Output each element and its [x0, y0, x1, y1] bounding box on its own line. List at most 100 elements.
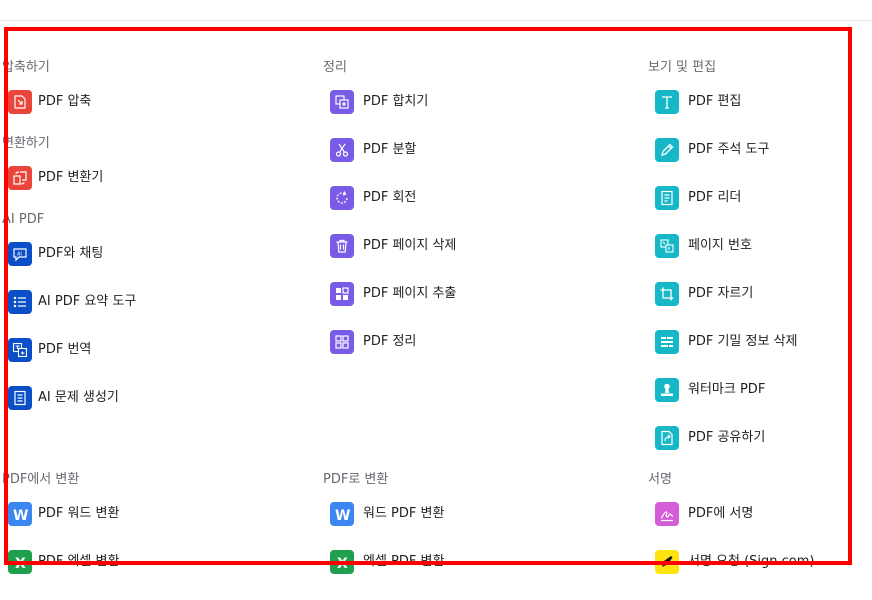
menu-item-chat-with-pdf[interactable]: AI PDF와 채팅 [0, 242, 103, 292]
menu-item-pdf-compress[interactable]: PDF 압축 [0, 90, 91, 140]
menu-item-pdf-merge[interactable]: PDF 합치기 [322, 90, 428, 140]
menu-item-pdf-rotate[interactable]: PDF 회전 [322, 186, 416, 236]
question-generator-icon [8, 386, 32, 410]
menu-column-1: 압축하기 PDF 압축 변환하기 PDF 변환기 AI PDF AI PDF와 … [0, 0, 284, 582]
crop-icon [655, 282, 679, 306]
menu-item-watermark[interactable]: 워터마크 PDF [647, 378, 765, 428]
menu-item-label: PDF 엑셀 변환 [38, 554, 120, 569]
menu-column-3: 보기 및 편집 PDF 편집 PDF 주석 도구 PDF 리더 페이지 번호 P… [647, 0, 872, 582]
menu-item-label: 워드 PDF 변환 [363, 506, 445, 521]
menu-item-label: PDF에 서명 [688, 506, 754, 521]
grid-icon [330, 330, 354, 354]
merge-icon [330, 90, 354, 114]
menu-item-label: PDF 페이지 추출 [363, 286, 457, 301]
section-sign: 서명 PDF에 서명 서명 요청 (Sign.com) [647, 470, 815, 600]
menu-item-label: PDF 리더 [688, 190, 742, 205]
menu-item-label: PDF 워드 변환 [38, 506, 120, 521]
menu-item-pdf-edit[interactable]: PDF 편집 [647, 90, 741, 140]
section-convert-from-pdf: PDF에서 변환 W PDF 워드 변환 X PDF 엑셀 변환 [0, 470, 119, 600]
menu-item-label: AI PDF 요약 도구 [38, 294, 137, 309]
menu-item-sign-pdf[interactable]: PDF에 서명 [647, 502, 753, 552]
svg-text:X: X [15, 556, 26, 570]
menu-item-label: PDF 압축 [38, 94, 92, 109]
menu-item-label: PDF 편집 [688, 94, 742, 109]
sign-com-icon [655, 550, 679, 574]
ai-chat-icon: AI [8, 242, 32, 266]
menu-item-label: 페이지 번호 [688, 238, 752, 253]
section-title: 정리 [323, 60, 347, 75]
section-organize: 정리 PDF 합치기 PDF 분할 PDF 회전 PDF 페이지 삭제 PDF … [322, 58, 456, 380]
tools-mega-menu: 압축하기 PDF 압축 변환하기 PDF 변환기 AI PDF AI PDF와 … [0, 0, 872, 582]
menu-item-pdf-redact[interactable]: PDF 기밀 정보 삭제 [647, 330, 797, 380]
menu-item-pdf-organize[interactable]: PDF 정리 [322, 330, 416, 380]
trash-icon [330, 234, 354, 258]
menu-item-label: PDF 자르기 [688, 286, 754, 301]
signature-icon [655, 502, 679, 526]
rotate-icon [330, 186, 354, 210]
svg-text:AI: AI [17, 252, 22, 258]
menu-item-pdf-converter[interactable]: PDF 변환기 [0, 166, 103, 216]
watermark-icon [655, 378, 679, 402]
menu-item-pdf-share[interactable]: PDF 공유하기 [647, 426, 765, 476]
section-convert-to-pdf: PDF로 변환 W 워드 PDF 변환 X 엑셀 PDF 변환 [322, 470, 444, 600]
section-convert: 변환하기 PDF 변환기 [0, 134, 103, 216]
page-number-icon [655, 234, 679, 258]
menu-item-label: PDF 합치기 [363, 94, 429, 109]
menu-item-label: PDF 회전 [363, 190, 417, 205]
menu-item-label: 엑셀 PDF 변환 [363, 554, 445, 569]
list-summary-icon [8, 290, 32, 314]
menu-item-pdf-translate[interactable]: PDF 번역 [0, 338, 91, 388]
menu-item-pdf-extract-pages[interactable]: PDF 페이지 추출 [322, 282, 456, 332]
menu-item-pdf-to-word[interactable]: W PDF 워드 변환 [0, 502, 119, 552]
extract-icon [330, 282, 354, 306]
translate-icon [8, 338, 32, 362]
convert-icon [8, 166, 32, 190]
section-title: PDF로 변환 [323, 472, 389, 487]
menu-column-2: 정리 PDF 합치기 PDF 분할 PDF 회전 PDF 페이지 삭제 PDF … [322, 0, 622, 582]
section-title: 서명 [648, 472, 672, 487]
redact-icon [655, 330, 679, 354]
menu-item-label: PDF 페이지 삭제 [363, 238, 457, 253]
section-compress: 압축하기 PDF 압축 [0, 58, 91, 140]
menu-item-pdf-to-excel[interactable]: X PDF 엑셀 변환 [0, 550, 119, 600]
scissors-icon [330, 138, 354, 162]
menu-item-label: 서명 요청 (Sign.com) [688, 554, 815, 569]
menu-item-label: PDF 분할 [363, 142, 417, 157]
word-icon: W [8, 502, 32, 526]
menu-item-excel-to-pdf[interactable]: X 엑셀 PDF 변환 [322, 550, 444, 600]
menu-item-label: AI 문제 생성기 [38, 390, 119, 405]
menu-item-label: 워터마크 PDF [688, 382, 766, 397]
menu-item-label: PDF 공유하기 [688, 430, 766, 445]
section-view-edit: 보기 및 편집 PDF 편집 PDF 주석 도구 PDF 리더 페이지 번호 P… [647, 58, 797, 476]
menu-item-pdf-split[interactable]: PDF 분할 [322, 138, 416, 188]
svg-text:W: W [335, 508, 350, 522]
section-title: 보기 및 편집 [648, 60, 717, 75]
menu-item-label: PDF 변환기 [38, 170, 104, 185]
text-edit-icon [655, 90, 679, 114]
svg-text:X: X [337, 556, 348, 570]
section-title: 압축하기 [2, 60, 50, 75]
menu-item-page-numbers[interactable]: 페이지 번호 [647, 234, 752, 284]
menu-item-request-signature[interactable]: 서명 요청 (Sign.com) [647, 550, 815, 600]
reader-icon [655, 186, 679, 210]
menu-item-ai-summarizer[interactable]: AI PDF 요약 도구 [0, 290, 136, 340]
menu-item-word-to-pdf[interactable]: W 워드 PDF 변환 [322, 502, 444, 552]
section-ai-pdf: AI PDF AI PDF와 채팅 AI PDF 요약 도구 PDF 번역 AI… [0, 210, 136, 436]
excel-icon: X [8, 550, 32, 574]
section-title: PDF에서 변환 [2, 472, 80, 487]
menu-item-label: PDF 주석 도구 [688, 142, 770, 157]
menu-item-pdf-crop[interactable]: PDF 자르기 [647, 282, 753, 332]
menu-item-ai-question-generator[interactable]: AI 문제 생성기 [0, 386, 119, 436]
menu-item-pdf-annotate[interactable]: PDF 주석 도구 [647, 138, 769, 188]
section-title: 변환하기 [2, 136, 50, 151]
menu-item-pdf-reader[interactable]: PDF 리더 [647, 186, 741, 236]
compress-icon [8, 90, 32, 114]
svg-text:W: W [13, 508, 28, 522]
menu-item-label: PDF 정리 [363, 334, 417, 349]
pencil-icon [655, 138, 679, 162]
menu-item-pdf-delete-pages[interactable]: PDF 페이지 삭제 [322, 234, 456, 284]
section-title: AI PDF [2, 212, 45, 227]
share-icon [655, 426, 679, 450]
excel-icon: X [330, 550, 354, 574]
menu-item-label: PDF 번역 [38, 342, 92, 357]
